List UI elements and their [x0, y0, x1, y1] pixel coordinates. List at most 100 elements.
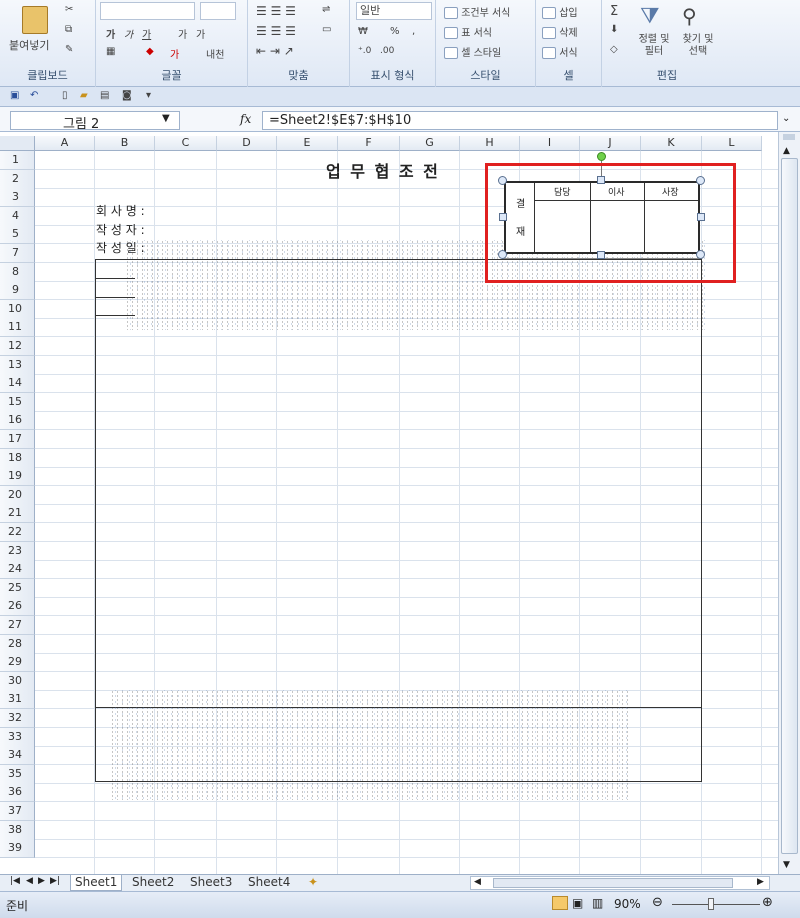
tab-sheet4[interactable]: Sheet4	[244, 875, 294, 891]
row-header[interactable]: 16	[0, 411, 35, 431]
format-button[interactable]: 서식	[542, 44, 578, 59]
zoom-in-icon[interactable]: ⊕	[762, 895, 773, 910]
tab-next-icon[interactable]: ▶	[38, 876, 45, 886]
row-header[interactable]: 1	[0, 151, 35, 170]
row-header[interactable]: 33	[0, 727, 35, 747]
rotate-handle[interactable]	[597, 152, 606, 161]
row-header[interactable]: 26	[0, 597, 35, 617]
scroll-left-icon[interactable]: ◀	[474, 877, 481, 887]
row-header[interactable]: 11	[0, 318, 35, 338]
row-header[interactable]: 15	[0, 392, 35, 412]
tab-sheet3[interactable]: Sheet3	[186, 875, 236, 891]
cut-icon[interactable]: ✂	[65, 4, 73, 15]
name-box[interactable]: 그림 2	[10, 111, 180, 132]
name-box-dropdown-icon[interactable]: ▼	[162, 113, 170, 124]
conditional-format-button[interactable]: 조건부 서식	[444, 4, 510, 19]
open-icon[interactable]: ▰	[80, 90, 88, 101]
fill-icon[interactable]: ⬇	[610, 24, 618, 35]
row-header[interactable]: 23	[0, 541, 35, 561]
column-header[interactable]: K	[641, 136, 702, 151]
tab-sheet2[interactable]: Sheet2	[128, 875, 178, 891]
grow-font-button[interactable]: 가	[178, 26, 187, 41]
format-painter-icon[interactable]: ✎	[65, 44, 73, 55]
page-layout-view-icon[interactable]: ▣	[572, 896, 583, 910]
horizontal-scrollbar[interactable]: ◀ ▶	[470, 876, 770, 890]
autosum-icon[interactable]: Σ	[610, 4, 618, 19]
scroll-down-icon[interactable]: ▼	[783, 860, 790, 870]
column-header[interactable]: I	[520, 136, 580, 151]
row-header[interactable]: 30	[0, 671, 35, 691]
increase-decimal-icon[interactable]: ⁺.0	[358, 46, 371, 56]
find-select-button[interactable]: 찾기 및 선택	[678, 34, 718, 58]
row-header[interactable]: 19	[0, 467, 35, 487]
scroll-up-icon[interactable]: ▲	[783, 146, 790, 156]
insert-sheet-icon[interactable]: ✦	[304, 875, 322, 891]
row-header[interactable]: 2	[0, 169, 35, 189]
column-header[interactable]: H	[460, 136, 520, 151]
sort-filter-icon[interactable]: ⧩	[640, 4, 660, 29]
normal-view-icon[interactable]	[552, 896, 568, 910]
row-header[interactable]: 12	[0, 337, 35, 356]
italic-button[interactable]: 가	[124, 26, 133, 41]
font-color-icon[interactable]: 가	[170, 46, 179, 61]
row-header[interactable]: 3	[0, 188, 35, 208]
paste-button[interactable]: 붙여넣기	[9, 37, 49, 53]
expand-formula-icon[interactable]: ⌄	[782, 113, 790, 124]
row-header[interactable]: 13	[0, 355, 35, 375]
row-header[interactable]: 32	[0, 709, 35, 728]
row-header[interactable]: 37	[0, 802, 35, 821]
save-icon[interactable]: ▣	[10, 90, 19, 101]
zoom-level[interactable]: 90%	[614, 897, 641, 911]
row-header[interactable]: 39	[0, 839, 35, 859]
customize-qat-icon[interactable]: ▾	[146, 90, 151, 101]
row-header[interactable]: 29	[0, 653, 35, 673]
row-header[interactable]: 24	[0, 560, 35, 580]
column-header[interactable]: E	[277, 136, 338, 151]
undo-icon[interactable]: ↶	[30, 90, 38, 101]
camera-icon[interactable]: ◙	[122, 90, 132, 101]
row-header[interactable]: 18	[0, 448, 35, 468]
row-header[interactable]: 8	[0, 262, 35, 282]
percent-button[interactable]: %	[390, 26, 400, 37]
select-all-corner[interactable]	[0, 136, 35, 151]
merge-center-icon[interactable]: ▭	[322, 24, 331, 35]
decrease-decimal-icon[interactable]: .00	[380, 46, 394, 56]
insert-function-icon[interactable]: fx	[240, 112, 251, 126]
underline-button[interactable]: 가	[142, 26, 151, 41]
sort-filter-button[interactable]: 정렬 및 필터	[636, 34, 672, 58]
zoom-out-icon[interactable]: ⊖	[652, 895, 663, 910]
bold-button[interactable]: 가	[106, 26, 115, 41]
format-table-button[interactable]: 표 서식	[444, 24, 492, 39]
row-header[interactable]: 38	[0, 820, 35, 840]
currency-icon[interactable]: ₩	[358, 26, 368, 37]
scroll-right-icon[interactable]: ▶	[757, 877, 764, 887]
row-header[interactable]: 34	[0, 746, 35, 766]
column-header[interactable]: J	[580, 136, 641, 151]
clear-icon[interactable]: ◇	[610, 44, 618, 55]
tab-sheet1[interactable]: Sheet1	[70, 875, 123, 891]
row-header[interactable]: 10	[0, 299, 35, 319]
row-header[interactable]: 36	[0, 783, 35, 803]
tab-first-icon[interactable]: |◀	[10, 876, 20, 886]
copy-icon[interactable]: ⧉	[65, 24, 72, 35]
column-header[interactable]: C	[155, 136, 217, 151]
hscroll-thumb[interactable]	[493, 878, 733, 888]
row-header[interactable]: 7	[0, 244, 35, 263]
font-size-dropdown[interactable]	[200, 2, 236, 20]
row-header[interactable]: 22	[0, 523, 35, 542]
tab-prev-icon[interactable]: ◀	[26, 876, 33, 886]
column-header[interactable]: F	[338, 136, 400, 151]
insert-button[interactable]: 삽입	[542, 4, 578, 19]
row-header[interactable]: 14	[0, 374, 35, 394]
paste-icon[interactable]	[22, 6, 48, 34]
row-header[interactable]: 27	[0, 616, 35, 635]
row-header[interactable]: 31	[0, 690, 35, 710]
column-header[interactable]: A	[35, 136, 95, 151]
row-header[interactable]: 17	[0, 430, 35, 449]
row-header[interactable]: 25	[0, 578, 35, 598]
shrink-font-button[interactable]: 가	[196, 26, 205, 41]
indent-icon[interactable]: ⇤ ⇥ ↗	[256, 44, 294, 58]
view-icon[interactable]: ▤	[100, 90, 109, 101]
find-select-icon[interactable]: ⚲	[682, 4, 697, 28]
scroll-thumb[interactable]	[781, 158, 798, 854]
